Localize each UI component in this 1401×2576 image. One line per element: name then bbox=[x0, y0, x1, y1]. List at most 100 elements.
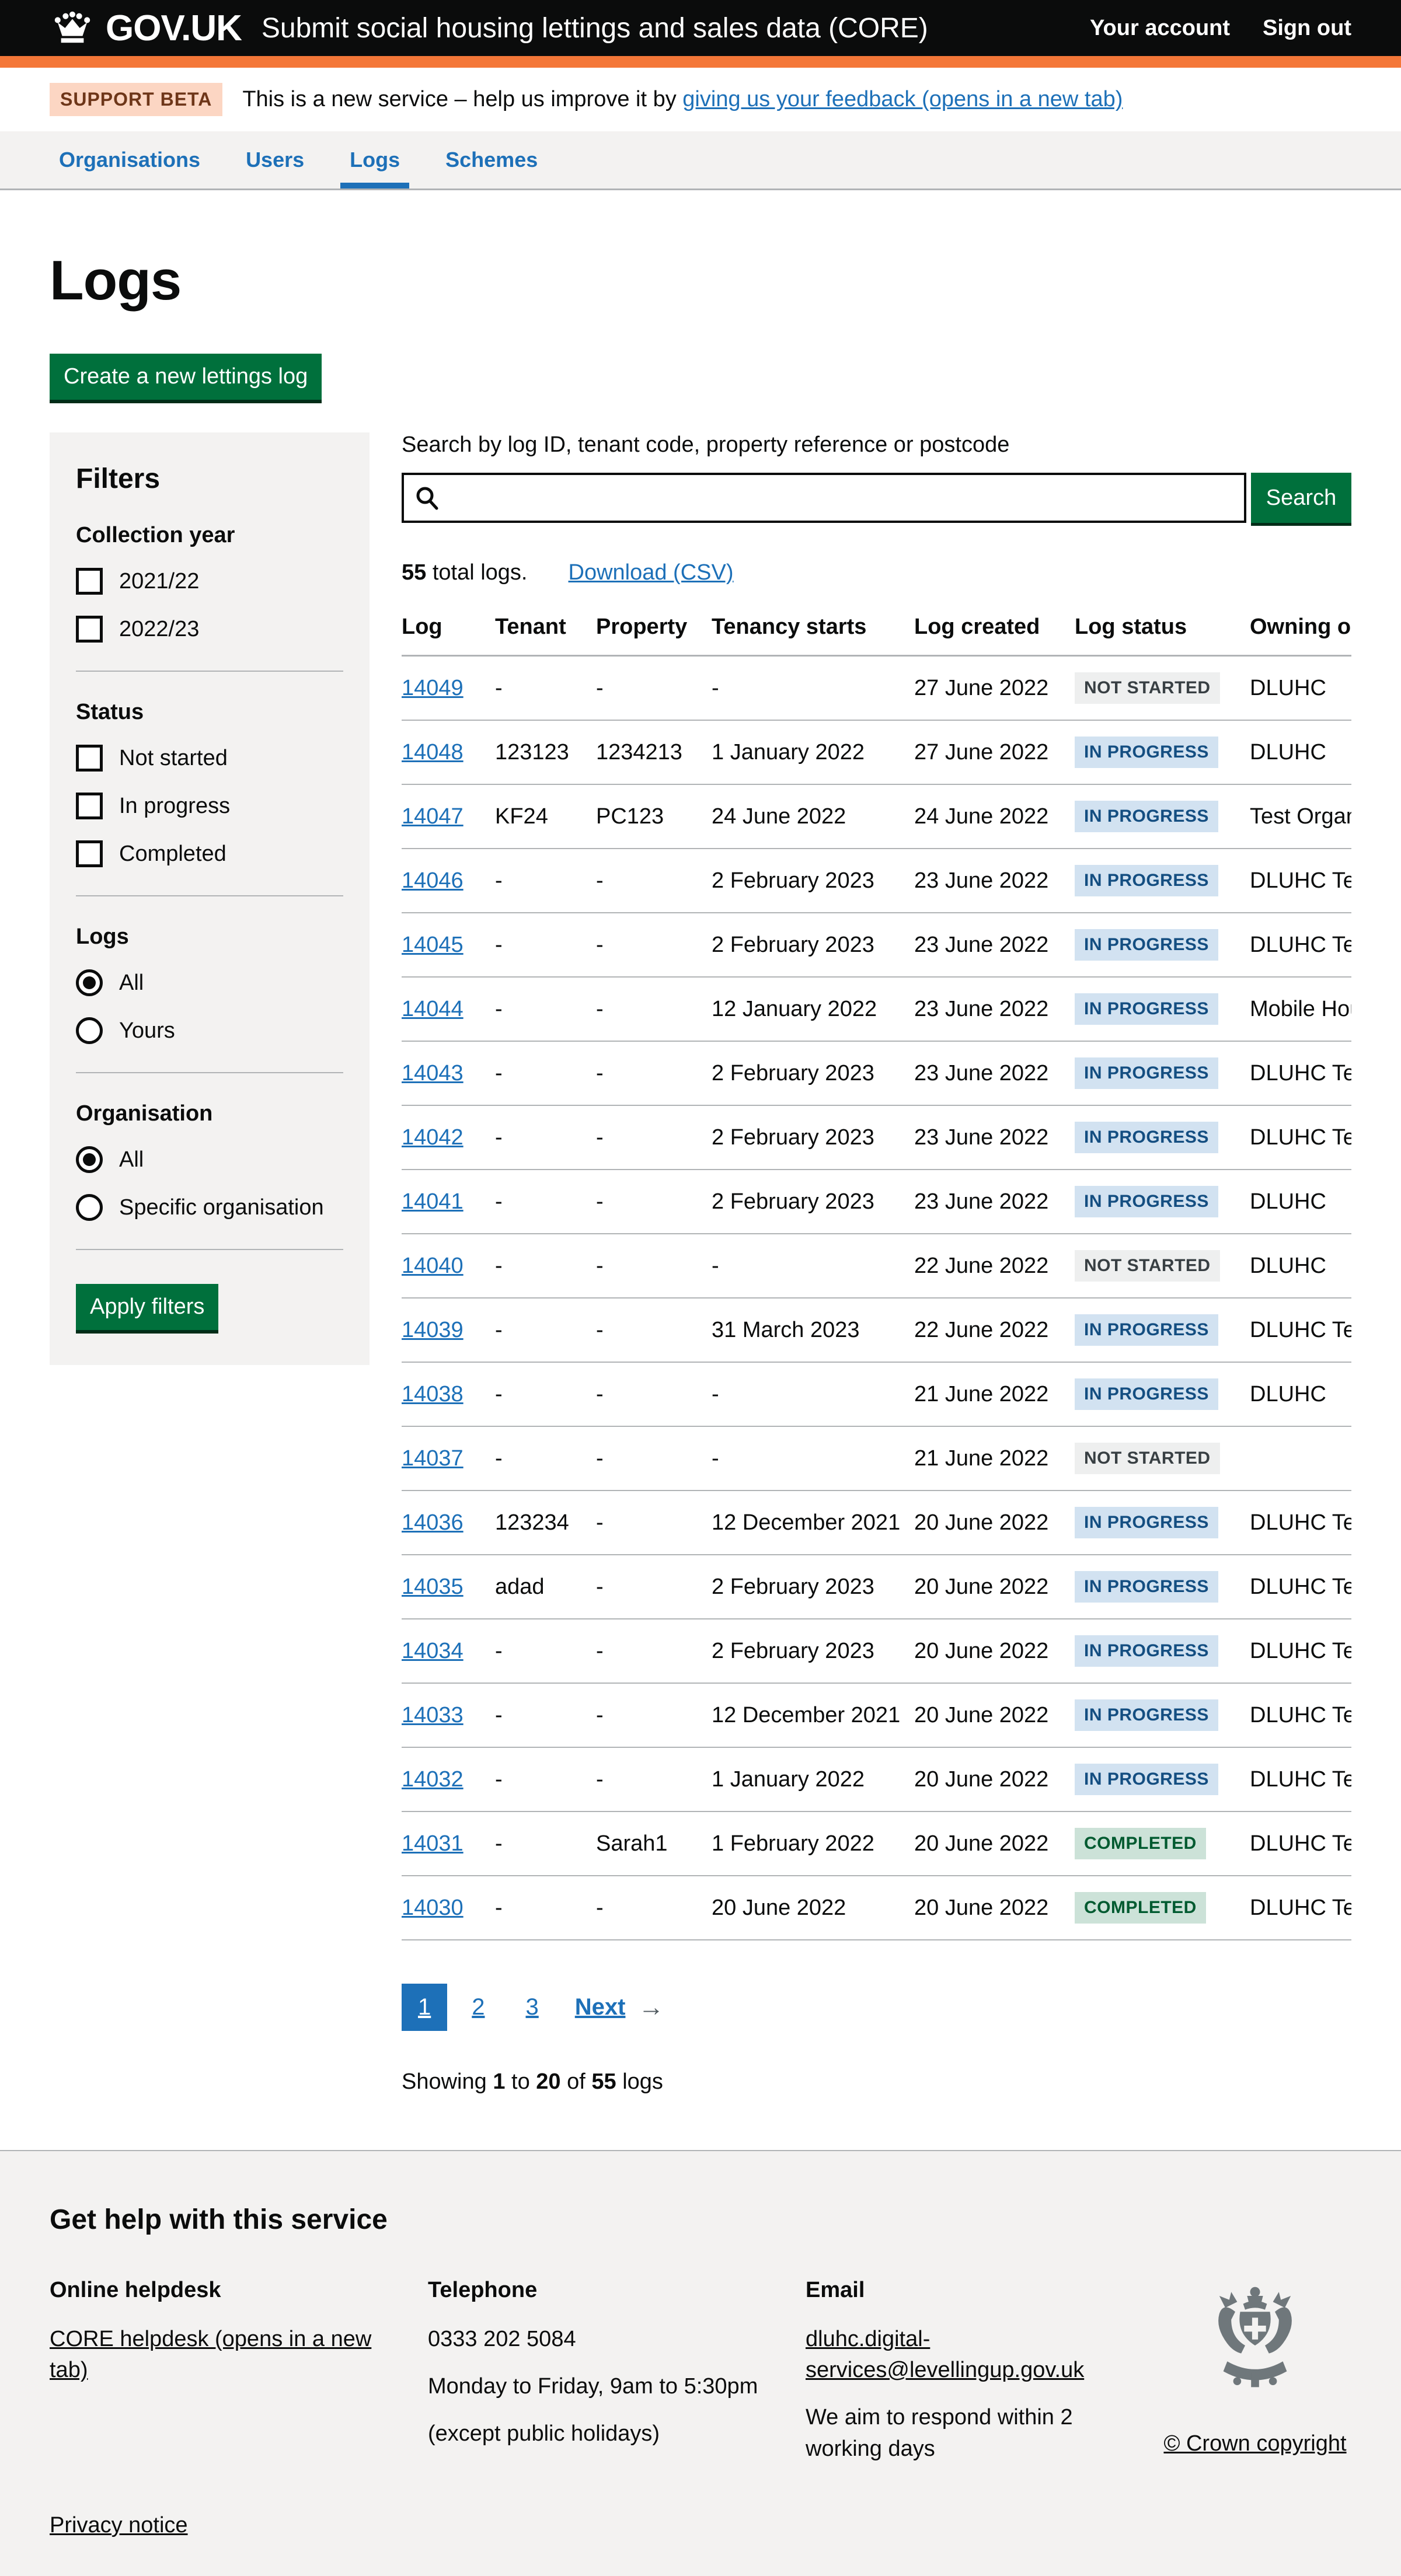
table-row: 14033--12 December 202120 June 2022IN PR… bbox=[402, 1683, 1351, 1747]
table-row: 14037---21 June 2022NOT STARTED bbox=[402, 1426, 1351, 1491]
cell-owning-organisation: DLUHC Test bbox=[1250, 1298, 1351, 1362]
cell-log: 14041 bbox=[402, 1170, 495, 1234]
footer-link-dluhc-digital-services-levelli[interactable]: dluhc.digital-services@levellingup.gov.u… bbox=[806, 2327, 1084, 2382]
filters-panel: Filters Collection year2021/222022/23Sta… bbox=[50, 432, 370, 1365]
log-id-link[interactable]: 14049 bbox=[402, 676, 463, 700]
log-id-link[interactable]: 14031 bbox=[402, 1831, 463, 1856]
cell-tenancy-starts: 12 December 2021 bbox=[712, 1491, 914, 1555]
status-badge: IN PROGRESS bbox=[1075, 737, 1218, 768]
search-button[interactable]: Search bbox=[1251, 473, 1351, 523]
option-label: In progress bbox=[119, 794, 230, 819]
sign-out-link[interactable]: Sign out bbox=[1263, 16, 1351, 41]
radio-all[interactable]: All bbox=[76, 1146, 343, 1173]
nav-items: Organisations Users Logs Schemes bbox=[50, 131, 1351, 189]
status-badge: IN PROGRESS bbox=[1075, 1764, 1218, 1795]
nav-item-organisations[interactable]: Organisations bbox=[50, 131, 210, 189]
cell-log: 14031 bbox=[402, 1811, 495, 1876]
privacy-notice-link[interactable]: Privacy notice bbox=[50, 2513, 188, 2537]
pagination-page-1[interactable]: 1 bbox=[402, 1984, 447, 2031]
checkbox-control-2022-23[interactable] bbox=[76, 616, 103, 643]
radio-all[interactable]: All bbox=[76, 969, 343, 996]
cell-log-created: 23 June 2022 bbox=[914, 1170, 1075, 1234]
log-id-link[interactable]: 14038 bbox=[402, 1382, 463, 1406]
nav-item-logs[interactable]: Logs bbox=[340, 131, 409, 189]
pagination-page-3[interactable]: 3 bbox=[510, 1984, 555, 2031]
header-logo-group[interactable]: GOV.UK Submit social housing lettings an… bbox=[50, 8, 928, 49]
log-id-link[interactable]: 14047 bbox=[402, 804, 463, 829]
footer-heading: Get help with this service bbox=[50, 2204, 1351, 2236]
nav-item-users[interactable]: Users bbox=[236, 131, 313, 189]
table-row: 14034--2 February 202320 June 2022IN PRO… bbox=[402, 1619, 1351, 1683]
cell-property: - bbox=[596, 1876, 712, 1940]
govuk-header: GOV.UK Submit social housing lettings an… bbox=[0, 0, 1401, 68]
cell-log-created: 23 June 2022 bbox=[914, 913, 1075, 977]
log-id-link[interactable]: 14045 bbox=[402, 933, 463, 957]
log-id-link[interactable]: 14033 bbox=[402, 1703, 463, 1727]
radio-control-yours[interactable] bbox=[76, 1017, 103, 1044]
nav-item-schemes[interactable]: Schemes bbox=[436, 131, 547, 189]
pagination-page-2[interactable]: 2 bbox=[455, 1984, 501, 2031]
cell-log-created: 23 June 2022 bbox=[914, 977, 1075, 1041]
cell-log: 14030 bbox=[402, 1876, 495, 1940]
log-id-link[interactable]: 14040 bbox=[402, 1254, 463, 1278]
radio-yours[interactable]: Yours bbox=[76, 1017, 343, 1044]
feedback-link[interactable]: giving us your feedback (opens in a new … bbox=[682, 87, 1123, 111]
log-id-link[interactable]: 14035 bbox=[402, 1575, 463, 1599]
log-id-link[interactable]: 14041 bbox=[402, 1189, 463, 1214]
checkbox-control-in-progress[interactable] bbox=[76, 793, 103, 819]
log-id-link[interactable]: 14039 bbox=[402, 1318, 463, 1342]
cell-log-created: 22 June 2022 bbox=[914, 1298, 1075, 1362]
results-column: Search by log ID, tenant code, property … bbox=[402, 432, 1351, 2150]
footer-columns: Online helpdeskCORE helpdesk (opens in a… bbox=[50, 2278, 1351, 2481]
status-badge: IN PROGRESS bbox=[1075, 1571, 1218, 1603]
footer-link-line: CORE helpdesk (opens in a new tab) bbox=[50, 2324, 405, 2386]
radio-control-all[interactable] bbox=[76, 1146, 103, 1173]
pagination: 123Next→ bbox=[402, 1984, 1351, 2031]
radio-control-all[interactable] bbox=[76, 969, 103, 996]
pagination-next-link[interactable]: Next bbox=[575, 1994, 626, 2020]
cell-log-status: IN PROGRESS bbox=[1075, 849, 1250, 913]
cell-tenant: - bbox=[495, 1170, 596, 1234]
checkbox-in-progress[interactable]: In progress bbox=[76, 793, 343, 819]
checkbox-control-not-started[interactable] bbox=[76, 745, 103, 772]
cell-property: - bbox=[596, 1170, 712, 1234]
phase-banner: SUPPORT BETA This is a new service – hel… bbox=[0, 68, 1401, 131]
checkbox-2022-23[interactable]: 2022/23 bbox=[76, 616, 343, 643]
radio-specific-organisation[interactable]: Specific organisation bbox=[76, 1194, 343, 1221]
filter-divider bbox=[76, 671, 343, 672]
create-lettings-log-button[interactable]: Create a new lettings log bbox=[50, 354, 322, 400]
cell-owning-organisation: Mobile Housing bbox=[1250, 977, 1351, 1041]
download-csv-link[interactable]: Download (CSV) bbox=[569, 560, 734, 585]
footer-text-line: (except public holidays) bbox=[428, 2418, 782, 2449]
crown-copyright-link[interactable]: © Crown copyright bbox=[1163, 2431, 1346, 2456]
radio-control-specific-organisation[interactable] bbox=[76, 1194, 103, 1221]
column-header-tenancy-starts: Tenancy starts bbox=[712, 615, 914, 656]
log-id-link[interactable]: 14042 bbox=[402, 1125, 463, 1150]
search-input[interactable] bbox=[402, 473, 1246, 523]
checkbox-control-2021-22[interactable] bbox=[76, 568, 103, 595]
footer-link-core-helpdesk-opens-in-a-new-t[interactable]: CORE helpdesk (opens in a new tab) bbox=[50, 2327, 371, 2382]
apply-filters-button[interactable]: Apply filters bbox=[76, 1284, 218, 1330]
log-id-link[interactable]: 14030 bbox=[402, 1896, 463, 1920]
log-id-link[interactable]: 14037 bbox=[402, 1446, 463, 1471]
service-name[interactable]: Submit social housing lettings and sales… bbox=[262, 12, 928, 44]
log-id-link[interactable]: 14032 bbox=[402, 1767, 463, 1792]
cell-log-status: NOT STARTED bbox=[1075, 1426, 1250, 1491]
your-account-link[interactable]: Your account bbox=[1090, 16, 1230, 41]
cell-owning-organisation: DLUHC Test bbox=[1250, 1683, 1351, 1747]
log-id-link[interactable]: 14048 bbox=[402, 740, 463, 765]
log-id-link[interactable]: 14036 bbox=[402, 1510, 463, 1535]
cell-log-status: IN PROGRESS bbox=[1075, 1041, 1250, 1105]
log-id-link[interactable]: 14043 bbox=[402, 1061, 463, 1085]
log-id-link[interactable]: 14046 bbox=[402, 868, 463, 893]
status-badge: IN PROGRESS bbox=[1075, 929, 1218, 961]
log-id-link[interactable]: 14044 bbox=[402, 997, 463, 1021]
checkbox-not-started[interactable]: Not started bbox=[76, 745, 343, 772]
cell-tenant: - bbox=[495, 1683, 596, 1747]
showing-summary: Showing 1 to 20 of 55 logs bbox=[402, 2069, 1351, 2095]
checkbox-2021-22[interactable]: 2021/22 bbox=[76, 568, 343, 595]
checkbox-completed[interactable]: Completed bbox=[76, 840, 343, 867]
cell-log-status: IN PROGRESS bbox=[1075, 1683, 1250, 1747]
checkbox-control-completed[interactable] bbox=[76, 840, 103, 867]
log-id-link[interactable]: 14034 bbox=[402, 1639, 463, 1663]
